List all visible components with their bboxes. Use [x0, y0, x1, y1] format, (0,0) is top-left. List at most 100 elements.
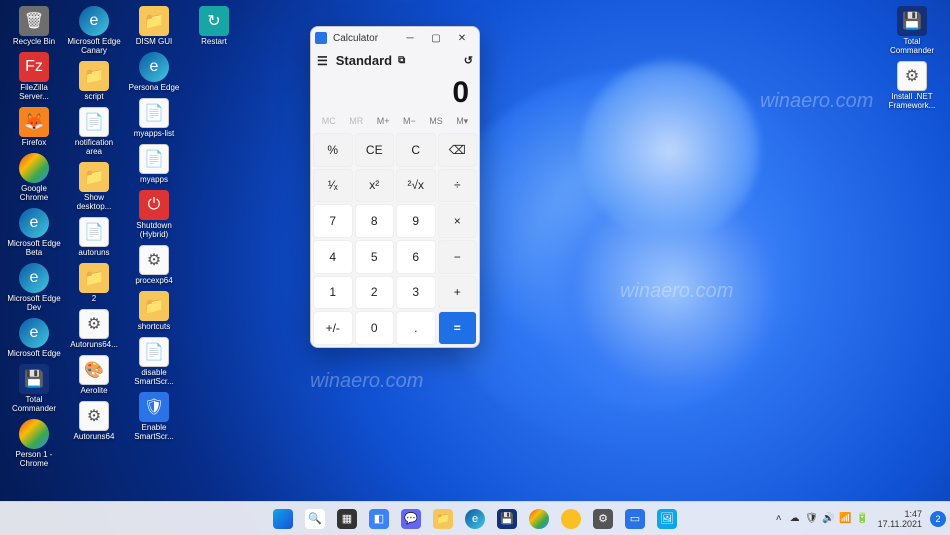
taskbar-chrome[interactable] [525, 505, 553, 533]
desktop-icon-label: FileZilla Server... [7, 83, 61, 101]
desktop-icon[interactable]: 🎨Aerolite [66, 353, 122, 397]
close-button[interactable]: ✕ [449, 27, 475, 49]
desktop-icon[interactable]: ↻Restart [186, 4, 242, 48]
desktop-icon[interactable]: 📁script [66, 59, 122, 103]
desktop-icon-label: 2 [92, 294, 96, 303]
key-7[interactable]: 7 [313, 204, 353, 238]
key-÷[interactable]: ÷ [438, 169, 478, 203]
key-−[interactable]: − [438, 240, 478, 274]
desktop-icon[interactable]: 📁2 [66, 261, 122, 305]
desktop-icon[interactable]: ⚙Install .NET Framework... [884, 59, 940, 112]
memory-m+[interactable]: M+ [377, 116, 390, 127]
tray-icon[interactable]: ☁ [788, 512, 802, 526]
calculator-window[interactable]: Calculator ─ ▢ ✕ ☰ Standard ⧉ ↺ 0 MCMRM+… [310, 26, 480, 348]
key-+/-[interactable]: +/- [313, 311, 353, 345]
desktop-icon[interactable]: 🦊Firefox [6, 105, 62, 149]
desktop-icon[interactable]: ⚙Autoruns64... [66, 307, 122, 351]
taskbar-widgets[interactable]: ◧ [365, 505, 393, 533]
desktop-icon[interactable]: FzFileZilla Server... [6, 50, 62, 103]
desktop-icon[interactable]: 📄myapps-list [126, 96, 182, 140]
hamburger-icon[interactable]: ☰ [317, 54, 328, 68]
tray-overflow-icon[interactable]: ˄ [774, 513, 784, 524]
key-C[interactable]: C [396, 133, 436, 167]
key-²√x[interactable]: ²√x [396, 169, 436, 203]
tray-icon[interactable]: 🔋 [856, 512, 870, 526]
key-8[interactable]: 8 [355, 204, 395, 238]
key-x²[interactable]: x² [355, 169, 395, 203]
desktop-icon[interactable]: Google Chrome [6, 151, 62, 204]
desktop-icon[interactable]: 📁DISM GUI [126, 4, 182, 48]
desktop[interactable]: winaero.com winaero.com winaero.com 🗑Rec… [0, 0, 950, 535]
desktop-icon-glyph: 📄 [79, 107, 109, 137]
tray-icon[interactable]: 🔊 [822, 512, 836, 526]
memory-ms[interactable]: MS [429, 116, 443, 127]
key-1[interactable]: 1 [313, 276, 353, 310]
explorer-icon: 📁 [433, 509, 453, 529]
key-⌫[interactable]: ⌫ [438, 133, 478, 167]
memory-m▾[interactable]: M▾ [456, 116, 468, 127]
memory-m−[interactable]: M− [403, 116, 416, 127]
desktop-icon[interactable]: 📁Show desktop... [66, 160, 122, 213]
keep-on-top-icon[interactable]: ⧉ [398, 55, 405, 66]
desktop-icon[interactable]: ⏻Shutdown (Hybrid) [126, 188, 182, 241]
key-×[interactable]: × [438, 204, 478, 238]
taskbar-image[interactable]: 🖼 [653, 505, 681, 533]
key-3[interactable]: 3 [396, 276, 436, 310]
desktop-icon[interactable]: eMicrosoft Edge Canary [66, 4, 122, 57]
desktop-icon[interactable]: 💾Total Commander [884, 4, 940, 57]
key-%[interactable]: % [313, 133, 353, 167]
history-icon[interactable]: ↺ [464, 54, 473, 67]
memory-mr[interactable]: MR [349, 116, 363, 127]
minimize-button[interactable]: ─ [397, 27, 423, 49]
calculator-titlebar[interactable]: Calculator ─ ▢ ✕ [311, 27, 479, 49]
taskbar-settings[interactable]: ⚙ [589, 505, 617, 533]
commander-icon: 💾 [497, 509, 517, 529]
tray-icon[interactable]: 📶 [839, 512, 853, 526]
key-CE[interactable]: CE [355, 133, 395, 167]
desktop-icon[interactable]: ⚙procexp64 [126, 243, 182, 287]
desktop-icon[interactable]: 📄disable SmartScr... [126, 335, 182, 388]
taskbar-chat[interactable]: 💬 [397, 505, 425, 533]
key-¹⁄ₓ[interactable]: ¹⁄ₓ [313, 169, 353, 203]
desktop-icon[interactable]: 📄autoruns [66, 215, 122, 259]
key-6[interactable]: 6 [396, 240, 436, 274]
taskbar-clock[interactable]: 1:47 17.11.2021 [874, 509, 926, 529]
desktop-icon[interactable]: eMicrosoft Edge Dev [6, 261, 62, 314]
key-2[interactable]: 2 [355, 276, 395, 310]
taskbar-commander[interactable]: 💾 [493, 505, 521, 533]
taskbar-chrome-canary[interactable] [557, 505, 585, 533]
tray-icon[interactable]: 🛡 [805, 512, 819, 526]
taskbar-edge[interactable]: e [461, 505, 489, 533]
key-=[interactable]: = [438, 311, 478, 345]
desktop-icon[interactable]: 📁shortcuts [126, 289, 182, 333]
key-9[interactable]: 9 [396, 204, 436, 238]
key-+[interactable]: + [438, 276, 478, 310]
desktop-icon[interactable]: 📄myapps [126, 142, 182, 186]
desktop-icon[interactable]: ePersona Edge [126, 50, 182, 94]
desktop-icon-label: Microsoft Edge Dev [7, 294, 61, 312]
desktop-icon[interactable]: 🛡Enable SmartScr... [126, 390, 182, 443]
desktop-icon-label: Restart [201, 37, 227, 46]
memory-mc[interactable]: MC [322, 116, 336, 127]
desktop-icon[interactable]: 🗑Recycle Bin [6, 4, 62, 48]
desktop-icon[interactable]: ⚙Autoruns64 [66, 399, 122, 443]
taskbar-explorer[interactable]: 📁 [429, 505, 457, 533]
desktop-icon[interactable]: 💾Total Commander [6, 362, 62, 415]
key-5[interactable]: 5 [355, 240, 395, 274]
desktop-icon-label: Install .NET Framework... [885, 92, 939, 110]
key-4[interactable]: 4 [313, 240, 353, 274]
key-.[interactable]: . [396, 311, 436, 345]
desktop-icon[interactable]: Person 1 - Chrome [6, 417, 62, 470]
desktop-icon[interactable]: eMicrosoft Edge [6, 316, 62, 360]
taskbar-taskview[interactable]: ▦ [333, 505, 361, 533]
key-0[interactable]: 0 [355, 311, 395, 345]
taskbar-search[interactable]: 🔍 [301, 505, 329, 533]
desktop-icon[interactable]: eMicrosoft Edge Beta [6, 206, 62, 259]
desktop-icon-glyph: 📁 [139, 6, 169, 36]
desktop-icon[interactable]: 📄notification area [66, 105, 122, 158]
taskbar-calculator[interactable]: ▭ [621, 505, 649, 533]
taskbar-start[interactable] [269, 505, 297, 533]
notification-badge[interactable]: 2 [930, 511, 946, 527]
desktop-icon-label: Total Commander [7, 395, 61, 413]
maximize-button[interactable]: ▢ [423, 27, 449, 49]
